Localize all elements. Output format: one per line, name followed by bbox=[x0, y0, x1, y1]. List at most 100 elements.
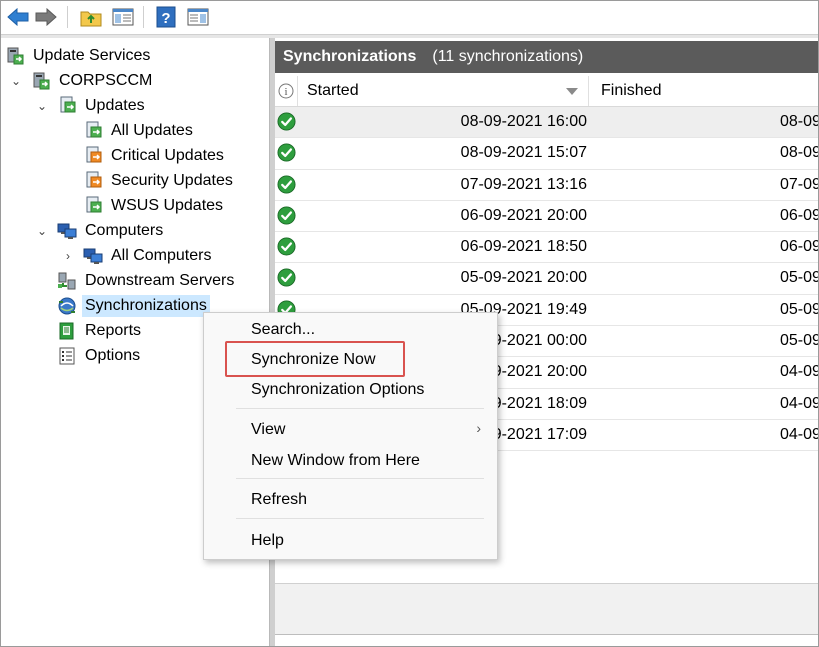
tree-node-options[interactable]: Options bbox=[57, 344, 143, 368]
finished-cell: 08-09-20 bbox=[591, 138, 818, 168]
tree-node-update-services[interactable]: Update Services bbox=[5, 44, 153, 68]
svg-text:?: ? bbox=[161, 10, 170, 27]
column-label: Started bbox=[307, 82, 359, 99]
tree-label: Updates bbox=[85, 97, 145, 114]
finished-cell: 08-09-20 bbox=[591, 107, 818, 137]
started-cell: 06-09-2021 20:00 bbox=[460, 206, 587, 224]
table-row[interactable]: 08-09-2021 16:00 08-09-20 bbox=[275, 107, 818, 139]
menu-item-view[interactable]: View bbox=[251, 418, 285, 442]
finished-cell: 04-09-20 bbox=[591, 420, 818, 450]
tree-label: Downstream Servers bbox=[85, 272, 235, 289]
chevron-down-icon[interactable]: ⌄ bbox=[35, 94, 49, 118]
up-folder-button[interactable] bbox=[78, 4, 104, 30]
tree-node-computers[interactable]: Computers bbox=[57, 219, 166, 243]
tree-label: Update Services bbox=[33, 47, 151, 64]
show-hide-action-pane-button[interactable] bbox=[185, 4, 211, 30]
started-cell: 08-09-2021 16:00 bbox=[460, 113, 587, 130]
finished-value: 05-09-20 bbox=[779, 300, 818, 318]
column-label: Finished bbox=[601, 82, 662, 99]
finished-value: 08-09-20 bbox=[779, 113, 818, 130]
tree-node-critical-updates[interactable]: Critical Updates bbox=[83, 144, 227, 168]
toolbar-separator bbox=[67, 6, 68, 28]
table-row[interactable]: 06-09-2021 20:00 06-09-20 bbox=[275, 201, 818, 233]
show-hide-tree-button[interactable] bbox=[110, 4, 136, 30]
updates-icon bbox=[60, 96, 76, 113]
arrow-right-icon bbox=[35, 8, 57, 26]
wsus-console-window: ? Update Services ⌄ CORPSCCM ⌄ Updates A… bbox=[0, 0, 819, 647]
menu-item-help[interactable]: Help bbox=[251, 529, 284, 553]
tree-label: Critical Updates bbox=[111, 147, 224, 164]
info-icon: i bbox=[278, 83, 294, 99]
table-row[interactable]: 07-09-2021 13:16 07-09-20 bbox=[275, 170, 818, 201]
menu-separator bbox=[236, 518, 484, 519]
menu-item-search[interactable]: Search... bbox=[251, 318, 315, 342]
finished-value: 05-09-20 bbox=[779, 269, 818, 287]
finished-value: 07-09-20 bbox=[779, 175, 818, 193]
tree-label: Options bbox=[85, 347, 141, 364]
tree-node-synchronizations[interactable]: Synchronizations bbox=[57, 294, 210, 318]
finished-value: 05-09-20 bbox=[779, 332, 818, 350]
menu-item-refresh[interactable]: Refresh bbox=[251, 488, 307, 512]
tree-label: Computers bbox=[85, 222, 164, 239]
finished-cell: 04-09-20 bbox=[591, 357, 818, 387]
finished-cell: 07-09-20 bbox=[591, 170, 818, 200]
finished-value: 08-09-20 bbox=[779, 144, 818, 162]
finished-cell: 06-09-20 bbox=[591, 232, 818, 262]
tree-node-updates[interactable]: Updates bbox=[57, 94, 148, 118]
server-icon bbox=[7, 47, 24, 65]
sync-count: (11 synchronizations) bbox=[432, 48, 584, 65]
menu-separator bbox=[236, 478, 484, 479]
folder-up-icon bbox=[80, 11, 102, 27]
highlight-annotation bbox=[225, 341, 405, 377]
table-row[interactable]: 05-09-2021 20:00 05-09-20 bbox=[275, 263, 818, 295]
help-button[interactable]: ? bbox=[153, 4, 179, 30]
back-button[interactable] bbox=[5, 4, 31, 30]
finished-value: 06-09-20 bbox=[779, 238, 818, 256]
action-pane-icon bbox=[187, 8, 209, 26]
table-row[interactable]: 06-09-2021 18:50 06-09-20 bbox=[275, 232, 818, 264]
tree-node-reports[interactable]: Reports bbox=[57, 319, 144, 343]
chevron-down-icon[interactable]: ⌄ bbox=[9, 69, 23, 93]
finished-value: 04-09-20 bbox=[779, 425, 818, 443]
column-header-finished[interactable]: Finished bbox=[591, 76, 818, 106]
tree-node-all-updates[interactable]: All Updates bbox=[83, 119, 196, 143]
pane-bottom-edge bbox=[275, 634, 818, 646]
forward-button[interactable] bbox=[33, 4, 59, 30]
submenu-arrow-icon: › bbox=[476, 420, 481, 436]
finished-value: 04-09-20 bbox=[779, 363, 818, 381]
tree-node-downstream-servers[interactable]: Downstream Servers bbox=[57, 269, 237, 293]
column-header-started[interactable]: Started bbox=[299, 76, 589, 106]
tree-node-wsus-updates[interactable]: WSUS Updates bbox=[83, 194, 226, 218]
column-headers: i Started Finished bbox=[275, 76, 818, 107]
toolbar-separator bbox=[143, 6, 144, 28]
tree-node-all-computers[interactable]: All Computers bbox=[83, 244, 214, 268]
context-menu: Search... Synchronize Now Synchronizatio… bbox=[203, 312, 498, 560]
computers-icon bbox=[57, 223, 77, 239]
server-icon bbox=[33, 72, 50, 90]
tree-label: WSUS Updates bbox=[111, 197, 224, 214]
chevron-down-icon[interactable]: ⌄ bbox=[35, 219, 49, 243]
menu-item-synchronization-options[interactable]: Synchronization Options bbox=[251, 378, 424, 402]
finished-cell: 05-09-20 bbox=[591, 295, 818, 325]
menu-item-new-window[interactable]: New Window from Here bbox=[251, 449, 420, 473]
all-updates-icon bbox=[86, 121, 102, 138]
finished-cell: 06-09-20 bbox=[591, 201, 818, 231]
help-icon: ? bbox=[156, 6, 176, 28]
wsus-updates-icon bbox=[86, 196, 102, 213]
tree-node-corpsccm[interactable]: CORPSCCM bbox=[31, 69, 155, 93]
started-cell: 08-09-2021 15:07 bbox=[460, 144, 587, 162]
reports-icon bbox=[59, 322, 74, 340]
chevron-right-icon[interactable]: › bbox=[61, 244, 75, 268]
table-row[interactable]: 08-09-2021 15:07 08-09-20 bbox=[275, 138, 818, 170]
synchronizations-icon bbox=[58, 297, 76, 315]
finished-value: 06-09-20 bbox=[779, 206, 818, 224]
downstream-servers-icon bbox=[58, 272, 76, 290]
tree-node-security-updates[interactable]: Security Updates bbox=[83, 169, 236, 193]
started-cell: 07-09-2021 13:16 bbox=[460, 175, 587, 193]
column-header-info[interactable]: i bbox=[275, 76, 298, 106]
tree-label: Reports bbox=[85, 322, 142, 339]
tree-label: All Computers bbox=[111, 247, 212, 264]
options-icon bbox=[59, 347, 75, 365]
finished-cell: 05-09-20 bbox=[591, 263, 818, 293]
finished-value: 04-09-20 bbox=[779, 394, 818, 412]
